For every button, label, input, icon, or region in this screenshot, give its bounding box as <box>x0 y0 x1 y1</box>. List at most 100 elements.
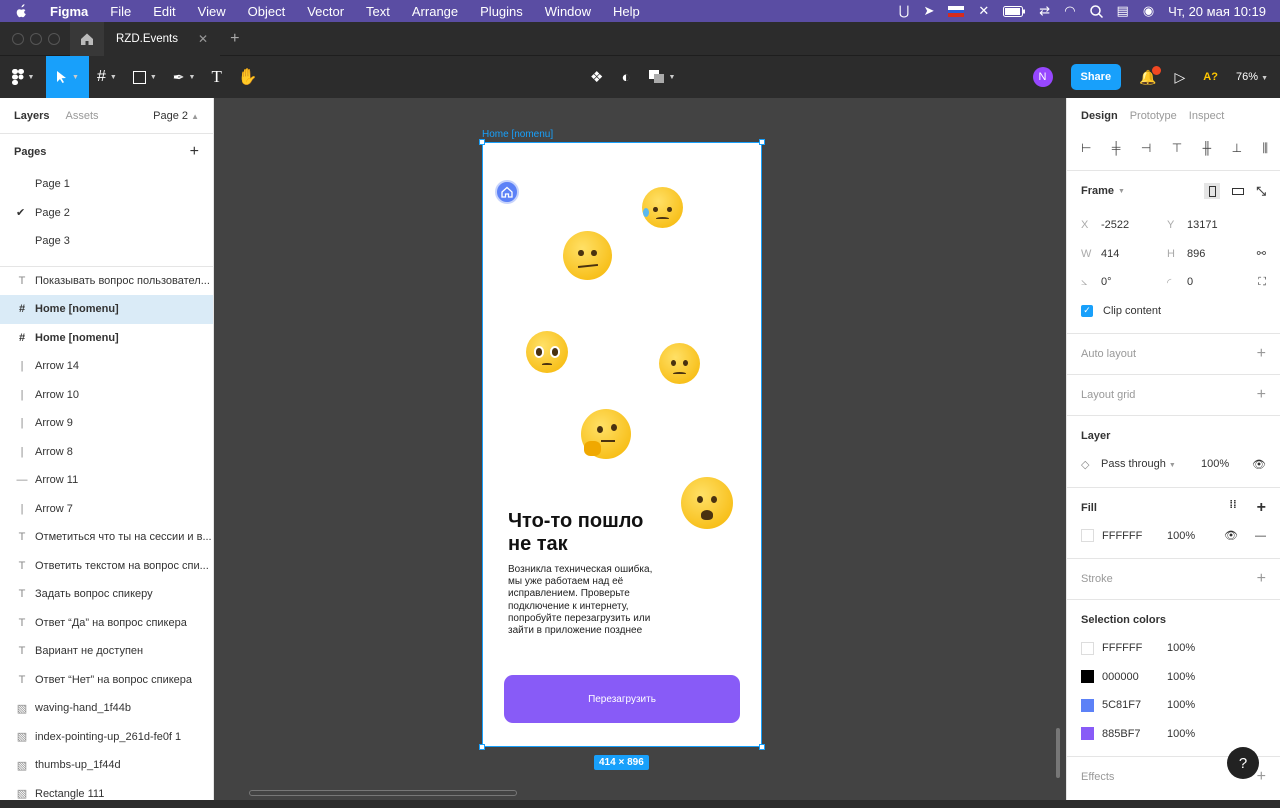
selection-color-row[interactable]: 000000 100% <box>1081 663 1280 692</box>
distribute-icon[interactable]: ⫼ <box>1262 141 1268 156</box>
add-stroke-button[interactable]: + <box>1257 570 1266 588</box>
battery-icon[interactable] <box>1003 6 1025 17</box>
accessibility-badge[interactable]: A? <box>1203 71 1218 83</box>
color-hex[interactable]: FFFFFF <box>1102 642 1167 654</box>
layer-row[interactable]: #Home [nomenu] <box>0 324 213 353</box>
vertical-scrollbar[interactable] <box>1056 728 1060 778</box>
color-opacity[interactable]: 100% <box>1167 671 1195 683</box>
radius-input[interactable]: 0 <box>1187 276 1253 288</box>
resize-to-fit-icon[interactable]: ⤡ <box>1256 184 1266 199</box>
move-tool[interactable]: ▼ <box>46 56 89 98</box>
menu-object[interactable]: Object <box>248 4 286 19</box>
new-tab-button[interactable]: + <box>220 30 249 48</box>
text-tool[interactable]: T <box>203 56 229 98</box>
independent-corners-icon[interactable]: ⛶ <box>1258 276 1266 289</box>
tab-assets[interactable]: Assets <box>65 110 98 122</box>
search-icon[interactable] <box>1090 5 1103 18</box>
fill-opacity-input[interactable]: 100% <box>1167 530 1207 542</box>
y-input[interactable]: 13171 <box>1187 219 1253 231</box>
layer-row[interactable]: ▧thumbs-up_1f44d <box>0 751 213 780</box>
color-swatch[interactable] <box>1081 642 1094 655</box>
color-swatch[interactable] <box>1081 727 1094 740</box>
boolean-icon[interactable]: ▼ <box>649 70 676 84</box>
page-selector[interactable]: Page 2 ▲ <box>153 110 199 122</box>
mask-icon[interactable]: ◐ <box>621 69 630 86</box>
add-auto-layout-button[interactable]: + <box>1257 345 1266 363</box>
styles-icon[interactable]: ⁞⁞ <box>1229 499 1236 517</box>
align-center-h-icon[interactable]: ╪ <box>1112 141 1121 155</box>
width-input[interactable]: 414 <box>1101 248 1167 260</box>
layer-row-selected[interactable]: #Home [nomenu] <box>0 295 213 324</box>
page-item[interactable]: Page 1 <box>0 170 213 199</box>
resize-handle[interactable] <box>759 744 765 750</box>
layer-row[interactable]: TПоказывать вопрос пользовател... <box>0 267 213 296</box>
eye-icon[interactable]: 👁 <box>1224 529 1238 542</box>
bluetooth-off-icon[interactable]: ✕ <box>978 3 989 19</box>
layer-row[interactable]: |Arrow 8 <box>0 438 213 467</box>
horizontal-scrollbar[interactable] <box>249 790 517 796</box>
avatar[interactable]: N <box>1033 67 1053 87</box>
layer-row[interactable]: |Arrow 9 <box>0 409 213 438</box>
frame-label[interactable]: Home [nomenu] <box>482 129 553 140</box>
add-effect-button[interactable]: + <box>1257 768 1266 786</box>
present-icon[interactable]: ▷ <box>1175 69 1186 86</box>
layer-row[interactable]: ▧index-pointing-up_261d-fe0f 1 <box>0 723 213 752</box>
menu-file[interactable]: File <box>110 4 131 19</box>
resize-handle[interactable] <box>479 139 485 145</box>
tab-design[interactable]: Design <box>1081 110 1118 122</box>
components-icon[interactable]: ❖ <box>590 68 603 86</box>
help-button[interactable]: ? <box>1227 747 1259 779</box>
menu-edit[interactable]: Edit <box>153 4 175 19</box>
home-tab[interactable] <box>70 22 104 56</box>
add-layout-grid-button[interactable]: + <box>1257 386 1266 404</box>
color-opacity[interactable]: 100% <box>1167 699 1195 711</box>
shape-tool[interactable]: ▼ <box>125 56 165 98</box>
layer-row[interactable]: ▧waving-hand_1f44b <box>0 694 213 723</box>
home-button[interactable] <box>495 180 519 204</box>
layer-row[interactable]: —Arrow 11 <box>0 466 213 495</box>
align-top-icon[interactable]: ⊤ <box>1172 141 1182 155</box>
layer-row[interactable]: TОтвет “Нет” на вопрос спикера <box>0 666 213 695</box>
layer-row[interactable]: TОтветить текстом на вопрос спи... <box>0 552 213 581</box>
fill-hex-input[interactable]: FFFFFF <box>1102 530 1167 542</box>
flag-icon[interactable] <box>948 6 964 17</box>
zoom-dropdown[interactable]: 76% ▼ <box>1236 71 1268 83</box>
wifi-icon[interactable]: ◠ <box>1064 3 1075 19</box>
align-left-icon[interactable]: ⊢ <box>1081 141 1091 155</box>
selected-frame[interactable]: Что-то пошло не так Возникла техническая… <box>482 142 762 747</box>
layer-row[interactable]: |Arrow 10 <box>0 381 213 410</box>
page-item[interactable]: Page 3 <box>0 227 213 256</box>
minimize-window-button[interactable] <box>30 33 42 45</box>
app-menu[interactable]: Figma <box>50 4 88 19</box>
layer-opacity-input[interactable]: 100% <box>1201 458 1241 470</box>
canvas[interactable]: Home [nomenu] <box>214 98 1066 800</box>
siri-icon[interactable]: ◉ <box>1143 3 1154 19</box>
page-item-selected[interactable]: ✔Page 2 <box>0 199 213 228</box>
menu-window[interactable]: Window <box>545 4 591 19</box>
layer-row[interactable]: TОтвет “Да” на вопрос спикера <box>0 609 213 638</box>
color-hex[interactable]: 000000 <box>1102 671 1167 683</box>
close-tab-icon[interactable]: ✕ <box>198 32 208 46</box>
main-menu-button[interactable]: ▼ <box>0 56 46 98</box>
resize-handle[interactable] <box>759 139 765 145</box>
menu-help[interactable]: Help <box>613 4 640 19</box>
share-button[interactable]: Share <box>1071 64 1122 90</box>
tab-layers[interactable]: Layers <box>14 110 49 122</box>
tab-prototype[interactable]: Prototype <box>1130 110 1177 122</box>
frame-title[interactable]: Frame <box>1081 185 1114 197</box>
selection-color-row[interactable]: 885BF7 100% <box>1081 720 1280 749</box>
selection-color-row[interactable]: FFFFFF 100% <box>1081 634 1280 663</box>
menu-view[interactable]: View <box>198 4 226 19</box>
add-fill-button[interactable]: + <box>1257 499 1266 517</box>
menu-text[interactable]: Text <box>366 4 390 19</box>
layer-row[interactable]: |Arrow 14 <box>0 352 213 381</box>
clock[interactable]: Чт, 20 мая 10:19 <box>1168 4 1266 19</box>
menu-plugins[interactable]: Plugins <box>480 4 523 19</box>
blend-mode-dropdown[interactable]: Pass through ▼ <box>1101 458 1201 470</box>
color-hex[interactable]: 5C81F7 <box>1102 699 1167 711</box>
color-opacity[interactable]: 100% <box>1167 728 1195 740</box>
zoom-window-button[interactable] <box>48 33 60 45</box>
landscape-icon[interactable] <box>1232 188 1244 195</box>
layer-row[interactable]: TЗадать вопрос спикеру <box>0 580 213 609</box>
clip-content-checkbox[interactable]: ✓ <box>1081 305 1093 317</box>
